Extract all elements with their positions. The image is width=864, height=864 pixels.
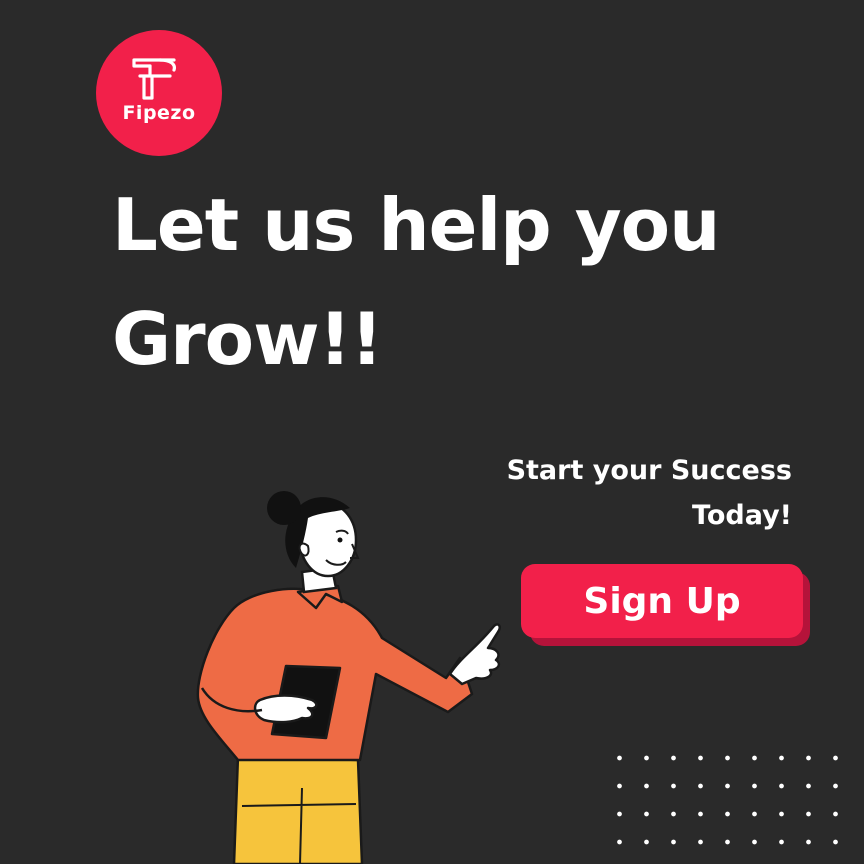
headline-line-2: Grow!! <box>112 297 383 381</box>
brand-name: Fipezo <box>122 102 196 124</box>
dot-pattern-decoration <box>606 744 856 864</box>
brand-logo[interactable]: Fipezo <box>96 30 222 156</box>
tagline-line-1: Start your Success <box>506 455 792 486</box>
headline-line-1: Let us help you <box>112 183 720 267</box>
holding-hand <box>253 694 318 724</box>
pants <box>232 754 364 864</box>
pointing-hand <box>448 623 501 686</box>
hero-headline: Let us help you Grow!! <box>112 168 720 396</box>
hair-bun <box>267 491 301 525</box>
signup-button[interactable]: Sign Up <box>521 564 803 638</box>
fipezo-f-monogram-icon <box>132 58 176 100</box>
woman-pointing-illustration <box>196 491 501 864</box>
